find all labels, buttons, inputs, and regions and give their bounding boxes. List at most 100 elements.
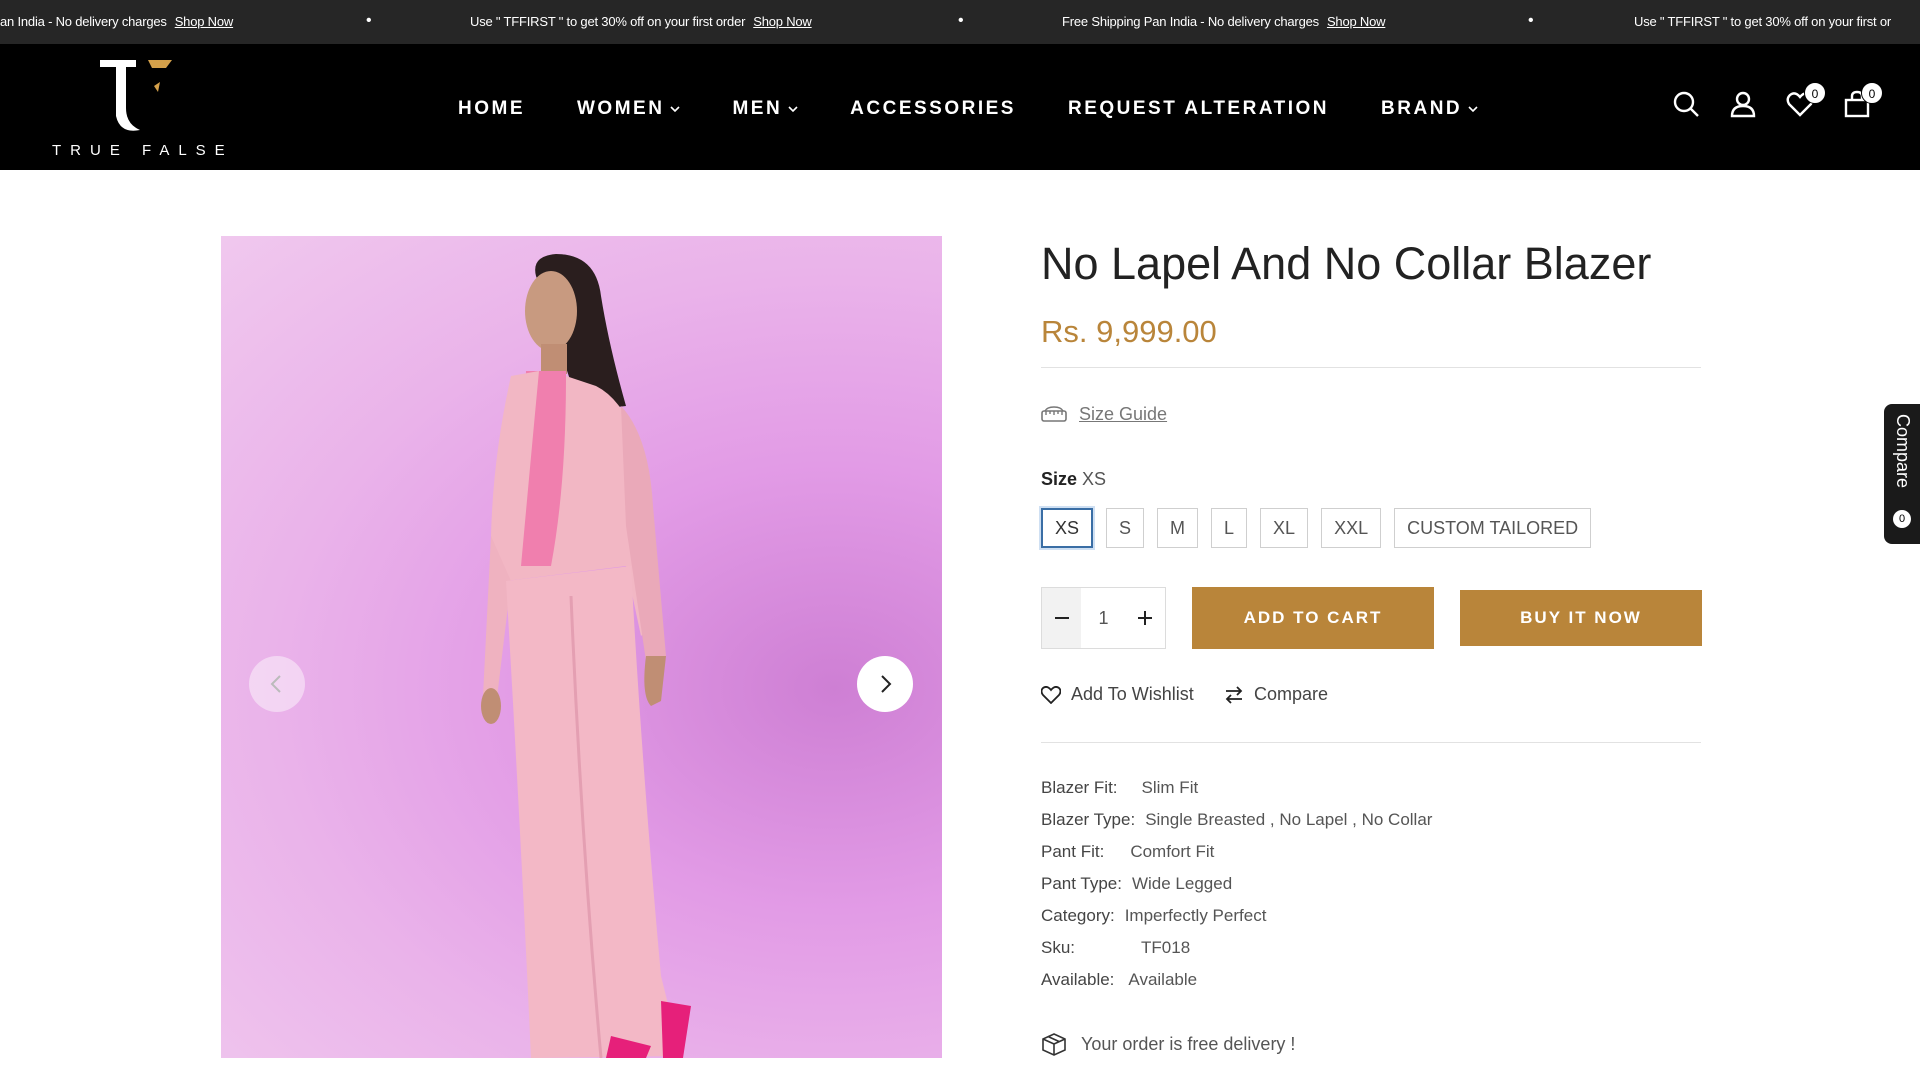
nav-home[interactable]: HOME	[458, 98, 525, 120]
spec-row: Pant Type: Wide Legged	[1041, 874, 1432, 906]
separator-dot: •	[366, 12, 372, 29]
user-icon	[1730, 91, 1756, 118]
logo[interactable]: TRUE FALSE	[48, 58, 234, 159]
nav-label: REQUEST ALTERATION	[1067, 98, 1330, 119]
size-option-l[interactable]: L	[1211, 508, 1248, 548]
nav-brand[interactable]: BRAND	[1381, 98, 1478, 120]
gallery-prev-button[interactable]	[249, 656, 305, 712]
spec-value: Imperfectly Perfect	[1124, 906, 1267, 925]
spec-value: Slim Fit	[1141, 778, 1199, 797]
quantity-increase-button[interactable]	[1126, 588, 1165, 648]
size-option-s[interactable]: S	[1106, 508, 1145, 548]
spec-row: Sku: TF018	[1041, 938, 1432, 970]
announcement-item: Free Shipping Pan India - No delivery ch…	[1062, 14, 1386, 29]
ruler-icon	[1041, 405, 1067, 422]
shop-now-link[interactable]: Shop Now	[1327, 14, 1386, 29]
spec-value: Single Breasted , No Lapel , No Collar	[1145, 810, 1433, 829]
wishlist-button[interactable]: 0	[1786, 82, 1826, 122]
product-specs: Blazer Fit: Slim Fit Blazer Type: Single B…	[1041, 778, 1432, 1002]
quantity-decrease-button[interactable]	[1042, 588, 1082, 648]
add-to-wishlist-link[interactable]: Add To Wishlist	[1041, 684, 1194, 705]
spec-key: Pant Type:	[1041, 874, 1122, 893]
chevron-left-icon	[270, 675, 281, 693]
spec-row: Blazer Fit: Slim Fit	[1041, 778, 1432, 810]
spec-row: Pant Fit: Comfort Fit	[1041, 842, 1432, 874]
site-header: TRUE FALSE HOME WOMEN MEN ACCESSORIES RE…	[0, 44, 1920, 170]
nav-label: ACCESSORIES	[850, 98, 1016, 119]
buy-it-now-button[interactable]: BUY IT NOW	[1460, 590, 1702, 646]
spec-key: Blazer Type:	[1041, 810, 1136, 829]
nav-label: WOMEN	[577, 98, 665, 119]
shop-now-link[interactable]: Shop Now	[753, 14, 812, 29]
selected-size: XS	[1082, 469, 1107, 489]
size-options: XS S M L XL XXL CUSTOM TAILORED	[1041, 508, 1604, 548]
product-title: No Lapel And No Collar Blazer	[1041, 238, 1652, 289]
size-option-m[interactable]: M	[1157, 508, 1199, 548]
size-guide-link[interactable]: Size Guide	[1041, 404, 1167, 425]
compare-tab-label: Compare	[1893, 414, 1913, 489]
cart-count-badge: 0	[1861, 82, 1883, 104]
spec-key: Available:	[1041, 970, 1115, 989]
free-delivery-text: Your order is free delivery !	[1081, 1033, 1296, 1054]
search-button[interactable]	[1672, 90, 1704, 122]
heart-icon	[1041, 685, 1061, 704]
divider	[1041, 367, 1701, 368]
logo-mark-icon	[100, 60, 172, 131]
spec-key: Sku:	[1041, 938, 1076, 957]
main-nav: HOME WOMEN MEN ACCESSORIES REQUEST ALTER…	[458, 98, 1530, 120]
wishlist-count-badge: 0	[1804, 82, 1826, 104]
spec-value: Wide Legged	[1131, 874, 1233, 893]
divider	[1041, 742, 1701, 743]
cart-button[interactable]: 0	[1843, 82, 1883, 122]
compare-link[interactable]: Compare	[1224, 684, 1328, 705]
chevron-down-icon	[1468, 106, 1478, 113]
shop-now-link[interactable]: Shop Now	[175, 14, 234, 29]
quantity-stepper: 1	[1041, 587, 1166, 649]
account-button[interactable]	[1729, 90, 1761, 122]
size-guide-label: Size Guide	[1079, 404, 1168, 424]
spec-value: TF018	[1141, 938, 1191, 957]
announcement-text: an India - No delivery charges	[0, 14, 167, 29]
spec-row: Available: Available	[1041, 970, 1432, 1002]
compare-count-badge: 0	[1893, 510, 1911, 528]
free-delivery-note: Your order is free delivery !	[1041, 1032, 1295, 1056]
wishlist-label: Add To Wishlist	[1071, 684, 1194, 704]
separator-dot: •	[1528, 12, 1534, 29]
compare-arrows-icon	[1225, 685, 1243, 704]
logo-wordmark: TRUE FALSE	[52, 142, 234, 159]
size-option-custom-tailored[interactable]: CUSTOM TAILORED	[1394, 508, 1592, 548]
product-image-gallery[interactable]	[221, 236, 942, 1058]
size-option-xl[interactable]: XL	[1260, 508, 1309, 548]
header-actions: 0 0	[1672, 82, 1900, 122]
size-option-xs[interactable]: XS	[1041, 508, 1094, 548]
compare-label: Compare	[1254, 684, 1329, 704]
announcement-text: Use " TFFIRST " to get 30% off on your f…	[470, 14, 746, 29]
size-selector-label: Size XS	[1041, 469, 1106, 490]
add-to-cart-button[interactable]: ADD TO CART	[1192, 587, 1434, 649]
nav-women[interactable]: WOMEN	[577, 98, 681, 120]
nav-label: MEN	[732, 98, 783, 119]
quantity-value[interactable]: 1	[1081, 608, 1125, 629]
chevron-down-icon	[670, 106, 681, 113]
product-price: Rs. 9,999.00	[1041, 314, 1217, 349]
nav-men[interactable]: MEN	[732, 98, 798, 120]
compare-side-tab[interactable]: Compare 0	[1884, 404, 1920, 544]
nav-request-alteration[interactable]: REQUEST ALTERATION	[1068, 98, 1329, 120]
announcement-bar: an India - No delivery charges Shop Now •…	[0, 0, 1920, 44]
product-photo	[481, 254, 691, 1058]
spec-value: Available	[1128, 970, 1198, 989]
spec-key: Blazer Fit:	[1041, 778, 1118, 797]
package-icon	[1042, 1033, 1066, 1056]
nav-label: HOME	[458, 98, 525, 119]
announcement-item: an India - No delivery charges Shop Now	[0, 14, 233, 29]
nav-label: BRAND	[1381, 98, 1463, 119]
chevron-down-icon	[788, 106, 798, 113]
announcement-item: Use " TFFIRST " to get 30% off on your f…	[1634, 14, 1891, 29]
gallery-next-button[interactable]	[857, 656, 913, 712]
spec-value: Comfort Fit	[1130, 842, 1215, 861]
nav-accessories[interactable]: ACCESSORIES	[850, 98, 1016, 120]
announcement-text: Free Shipping Pan India - No delivery ch…	[1062, 14, 1319, 29]
spec-key: Pant Fit:	[1041, 842, 1105, 861]
size-option-xxl[interactable]: XXL	[1321, 508, 1382, 548]
spec-key: Category:	[1041, 906, 1115, 925]
